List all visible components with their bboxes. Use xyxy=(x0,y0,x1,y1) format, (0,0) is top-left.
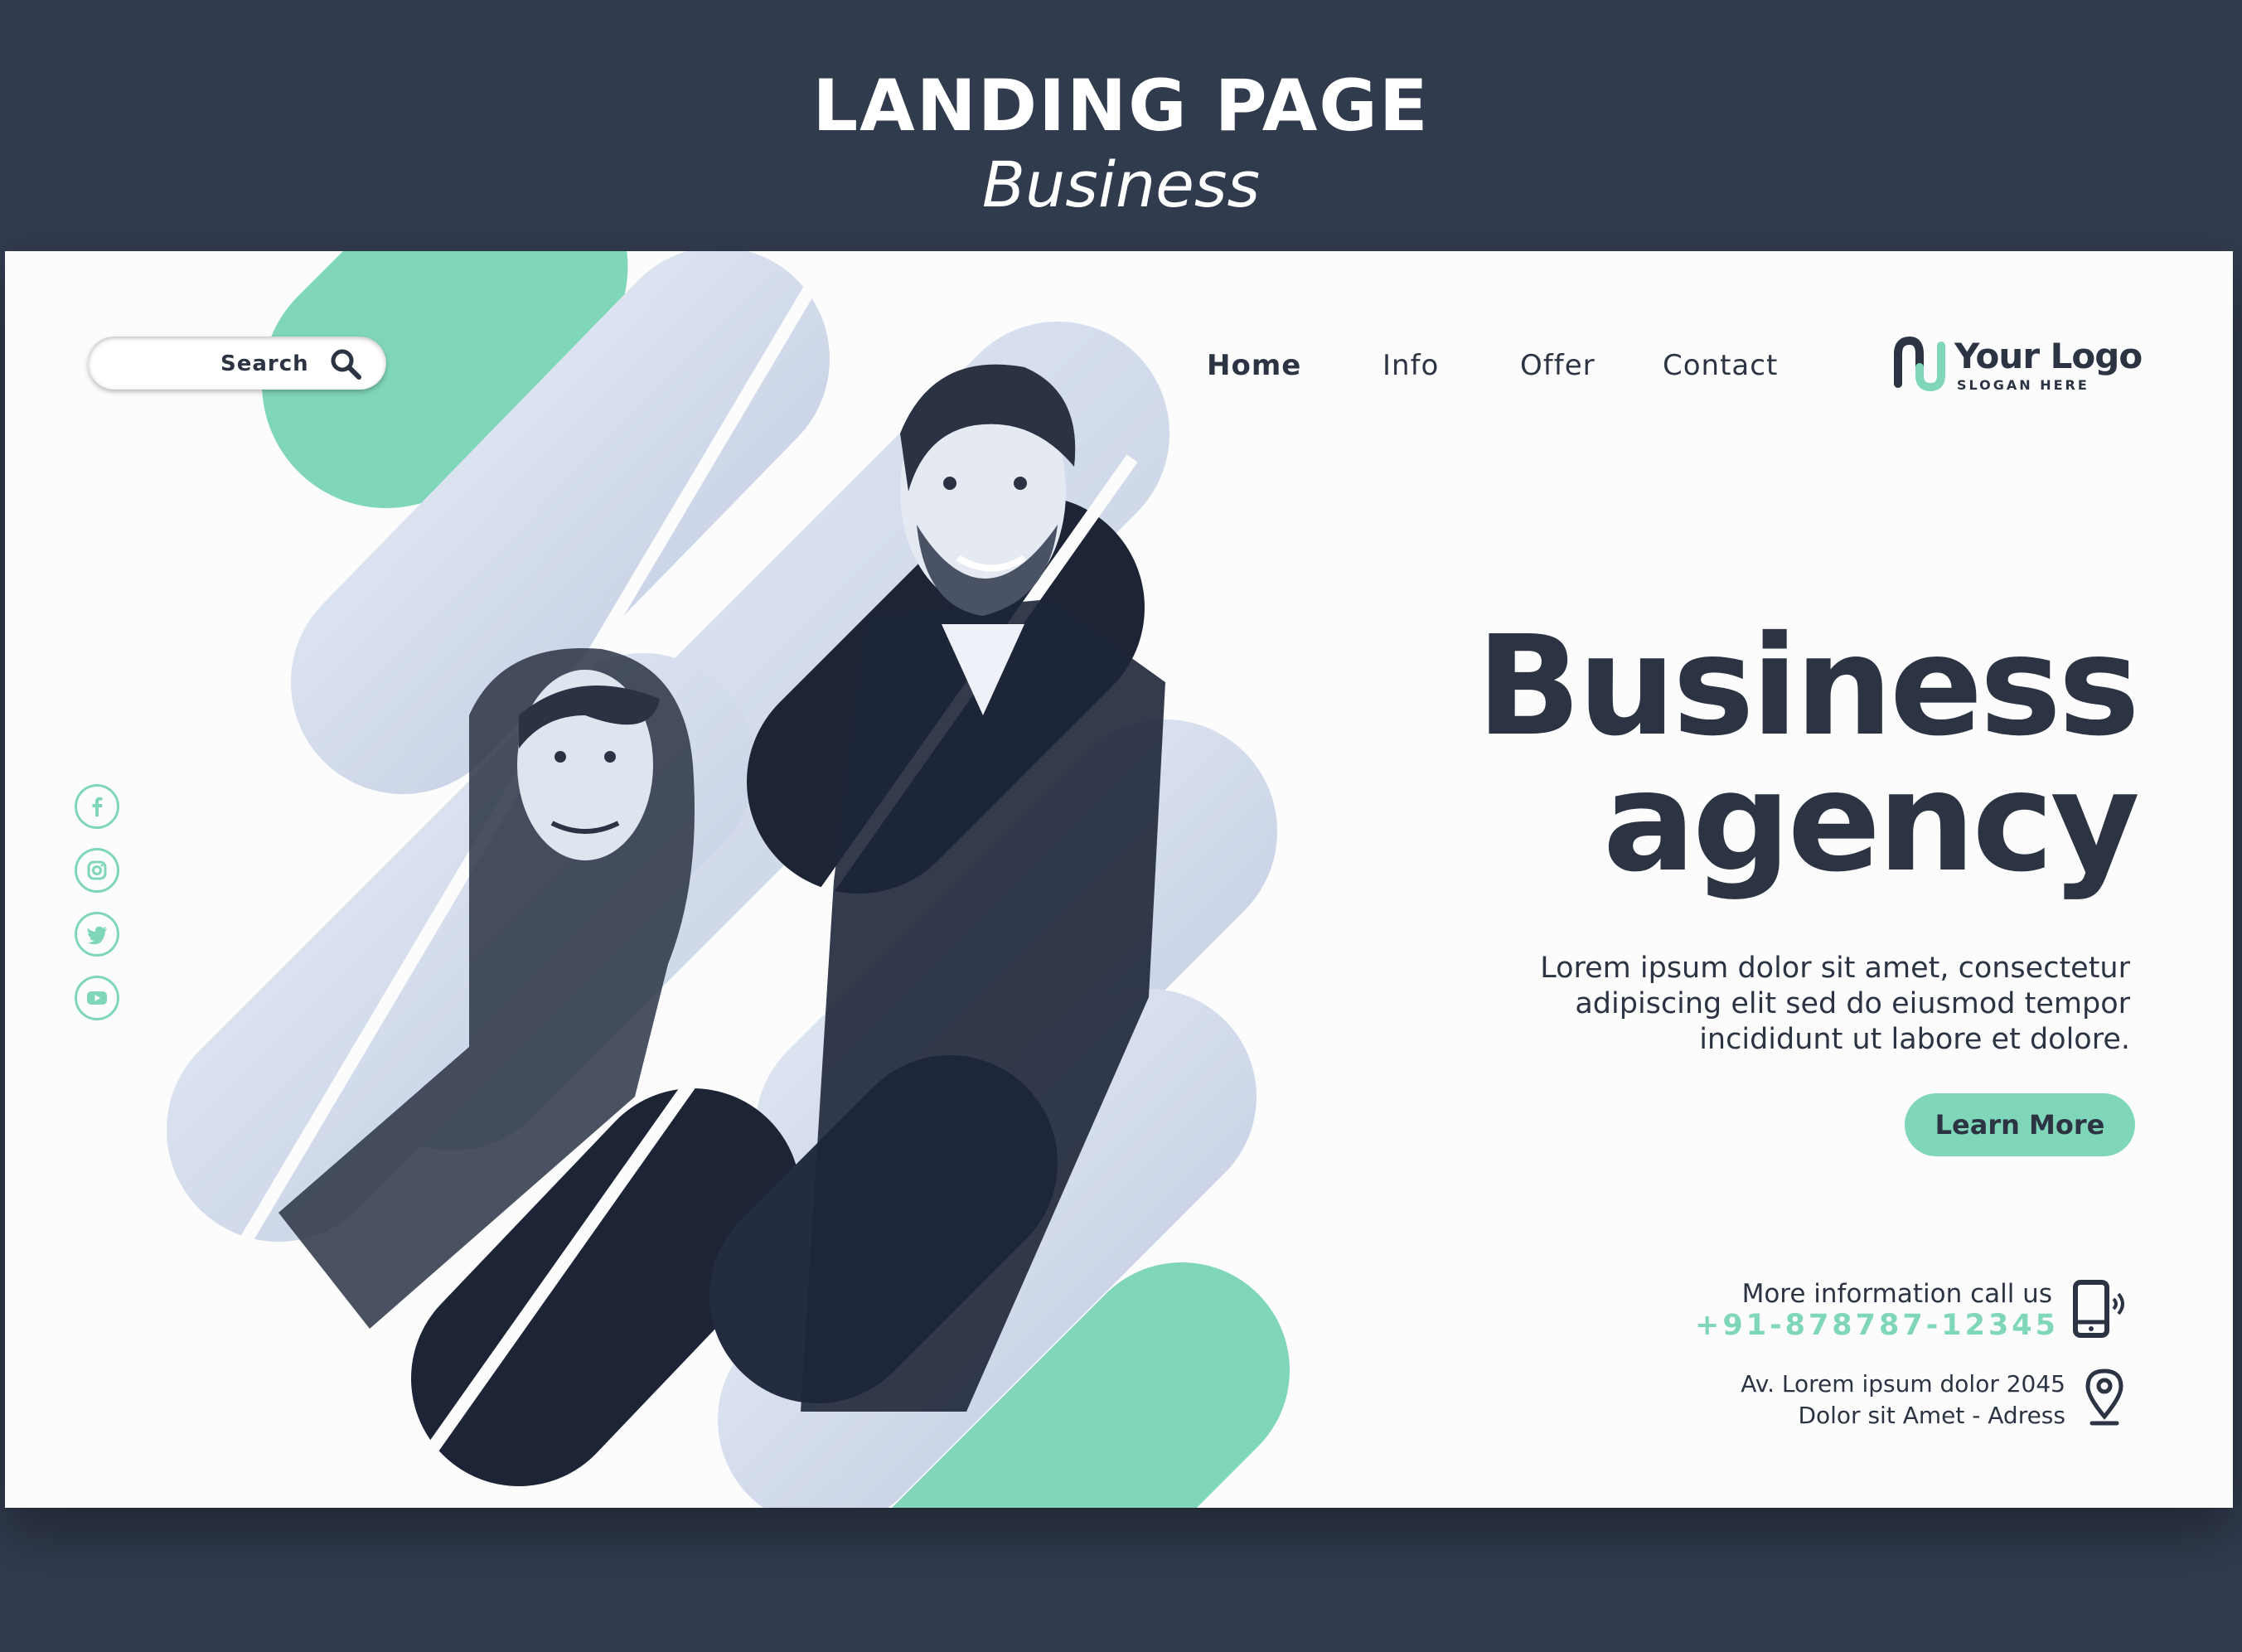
hero-description-line: adipiscing elit sed do eiusmod tempor xyxy=(1575,987,2130,1020)
location-pin-icon xyxy=(2085,1369,2123,1426)
nav-contact[interactable]: Contact xyxy=(1663,349,1778,382)
logo-slogan: SLOGAN HERE xyxy=(1957,377,2089,393)
logo-icon[interactable] xyxy=(1893,334,1946,394)
page-heading: LANDING PAGE xyxy=(812,65,1430,148)
nav-offer[interactable]: Offer xyxy=(1520,349,1596,382)
search-placeholder: Search xyxy=(220,351,309,376)
facebook-link[interactable] xyxy=(75,784,119,829)
address-line: Dolor sit Amet - Adress xyxy=(1798,1402,2065,1429)
search-input[interactable]: Search xyxy=(88,337,386,390)
contact-address: Av. Lorem ipsum dolor 2045 Dolor sit Ame… xyxy=(1741,1369,2065,1432)
nav-info[interactable]: Info xyxy=(1382,349,1439,382)
hero-title-line1: Business xyxy=(1476,607,2140,767)
hero-description: Lorem ipsum dolor sit amet, consectetur … xyxy=(1384,951,2130,1058)
contact-phone[interactable]: +91-878787-12345 xyxy=(1695,1309,2059,1342)
hero-title-line2: agency xyxy=(1602,743,2140,903)
phone-icon xyxy=(2073,1280,2124,1338)
accent-pill-top xyxy=(262,251,628,508)
hero-description-line: Lorem ipsum dolor sit amet, consectetur xyxy=(1540,952,2130,985)
logo-name[interactable]: Your Logo xyxy=(1954,336,2143,376)
youtube-link[interactable] xyxy=(75,976,119,1020)
landing-page-mockup: Search Home Info Offer Contact Your Logo… xyxy=(5,251,2233,1508)
instagram-icon xyxy=(87,860,107,880)
twitter-link[interactable] xyxy=(75,912,119,957)
hero-description-line: incididunt ut labore et dolore. xyxy=(1699,1023,2130,1056)
learn-more-button[interactable]: Learn More xyxy=(1905,1093,2135,1156)
address-line: Av. Lorem ipsum dolor 2045 xyxy=(1741,1370,2065,1398)
search-icon[interactable] xyxy=(330,348,361,380)
facebook-icon xyxy=(92,797,103,816)
page-subheading: Business xyxy=(981,148,1261,221)
nav-home[interactable]: Home xyxy=(1207,349,1301,382)
hero-photo-collage xyxy=(148,251,1290,1508)
youtube-icon xyxy=(87,991,107,1005)
instagram-link[interactable] xyxy=(75,848,119,893)
twitter-icon xyxy=(87,926,107,945)
hero-title: Business agency xyxy=(1476,607,2140,903)
contact-label: More information call us xyxy=(1741,1279,2052,1309)
